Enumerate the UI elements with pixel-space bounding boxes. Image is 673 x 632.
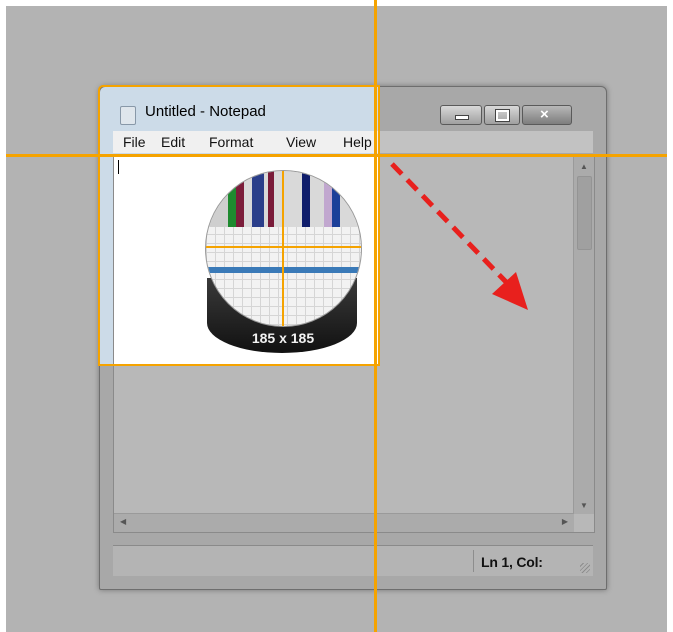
resize-grip-icon[interactable] bbox=[580, 563, 590, 573]
close-icon: × bbox=[540, 106, 549, 123]
minimize-button[interactable] bbox=[440, 105, 482, 125]
cursor-position: Ln 1, Col: bbox=[481, 554, 543, 570]
menu-view-highlight[interactable]: View bbox=[286, 134, 316, 150]
menu-bar-highlight: File Edit Format View Help bbox=[113, 131, 379, 153]
vertical-scroll-thumb[interactable] bbox=[577, 176, 592, 250]
magnifier-size-label: 185 x 185 bbox=[251, 330, 315, 346]
status-bar: Ln 1, Col: bbox=[113, 545, 593, 576]
maximize-icon bbox=[495, 109, 510, 122]
scroll-left-icon[interactable]: ◀ bbox=[120, 517, 126, 526]
text-caret bbox=[118, 160, 119, 174]
maximize-button[interactable] bbox=[484, 105, 520, 125]
magnifier-loupe: 185 x 185 bbox=[205, 170, 362, 354]
vertical-guide-line bbox=[374, 0, 377, 632]
magnifier-lens bbox=[205, 170, 362, 327]
magnifier-crosshair-v bbox=[282, 171, 284, 326]
close-button[interactable]: × bbox=[522, 105, 572, 125]
drag-arrow-icon bbox=[390, 162, 528, 310]
horizontal-guide-line bbox=[6, 154, 667, 157]
status-divider bbox=[473, 550, 474, 572]
vertical-scrollbar[interactable]: ▲ ▼ bbox=[573, 156, 594, 514]
notepad-app-icon bbox=[120, 106, 136, 125]
window-title-highlight: Untitled - Notepad bbox=[145, 103, 266, 120]
menu-file-highlight[interactable]: File bbox=[123, 134, 146, 150]
scroll-down-icon[interactable]: ▼ bbox=[580, 501, 588, 510]
scroll-right-icon[interactable]: ▶ bbox=[562, 517, 568, 526]
menu-format-highlight[interactable]: Format bbox=[209, 134, 253, 150]
scroll-up-icon[interactable]: ▲ bbox=[580, 162, 588, 171]
title-bar-highlight: Untitled - Notepad bbox=[100, 87, 379, 129]
minimize-icon bbox=[455, 115, 469, 120]
horizontal-scrollbar[interactable]: ◀ ▶ bbox=[114, 513, 574, 532]
menu-help-highlight[interactable]: Help bbox=[343, 134, 372, 150]
menu-edit-highlight[interactable]: Edit bbox=[161, 134, 185, 150]
